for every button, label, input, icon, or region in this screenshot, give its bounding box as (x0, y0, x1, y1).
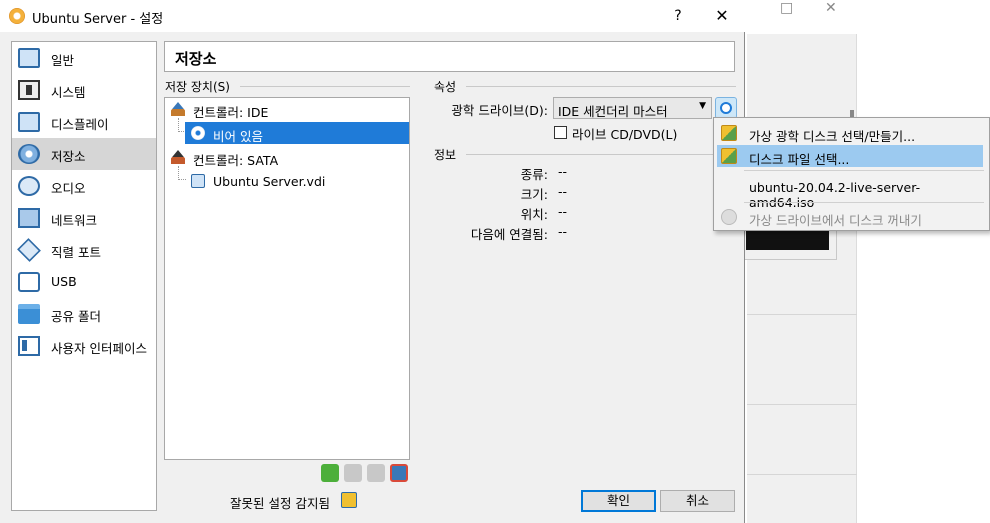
settings-dialog: Ubuntu Server - 설정 ? ✕ 일반 시스템 디스플레이 저장소 … (0, 0, 745, 523)
sidebar-item-label: 저장소 (51, 149, 86, 164)
tree-item-empty-optical[interactable]: 비어 있음 (185, 122, 409, 144)
sidebar-item-system[interactable]: 시스템 (12, 74, 156, 106)
sidebar-item-label: 일반 (51, 53, 75, 68)
sidebar-item-serial-port[interactable]: 직렬 포트 (12, 234, 156, 266)
info-type-value: -- (558, 164, 568, 179)
sidebar-item-label: 사용자 인터페이스 (51, 341, 147, 356)
optical-drive-select[interactable]: IDE 세컨더리 마스터 ▼ (553, 97, 712, 119)
display-icon (18, 112, 40, 132)
menu-item-label: 가상 드라이브에서 디스크 꺼내기 (749, 213, 922, 228)
virtualbox-icon (9, 8, 25, 24)
optical-image-icon (721, 148, 737, 164)
attributes-divider (466, 86, 736, 87)
user-interface-icon (18, 336, 40, 356)
sata-controller-icon (171, 150, 185, 164)
title-bar: Ubuntu Server - 설정 ? ✕ (0, 0, 745, 32)
add-controller-icon[interactable] (321, 464, 339, 482)
info-attached-value: -- (558, 224, 568, 239)
sidebar-item-label: 오디오 (51, 181, 86, 196)
info-size-value: -- (558, 184, 568, 199)
sidebar-item-label: 네트워크 (51, 213, 98, 228)
close-button[interactable]: ✕ (702, 4, 742, 28)
sidebar-item-shared-folders[interactable]: 공유 폴더 (12, 298, 156, 330)
ide-controller-icon (171, 102, 185, 116)
background-panel (747, 34, 857, 523)
sidebar-item-display[interactable]: 디스플레이 (12, 106, 156, 138)
general-icon (18, 48, 40, 68)
info-location-value: -- (558, 204, 568, 219)
remove-controller-icon[interactable] (344, 464, 362, 482)
cancel-button[interactable]: 취소 (660, 490, 735, 512)
tree-item-label: Ubuntu Server.vdi (213, 174, 326, 189)
settings-sidebar: 일반 시스템 디스플레이 저장소 오디오 네트워크 직렬 포트 USB 공유 폴… (11, 41, 157, 511)
menu-item-eject-disk[interactable]: 가상 드라이브에서 디스크 꺼내기 (717, 206, 983, 228)
menu-item-recent-iso[interactable]: ubuntu-20.04.2-live-server-amd64.iso (717, 176, 983, 210)
tree-item-controller-sata[interactable]: 컨트롤러: SATA (165, 146, 409, 168)
sidebar-item-general[interactable]: 일반 (12, 42, 156, 74)
storage-devices-divider (240, 86, 410, 87)
menu-separator (744, 202, 984, 203)
ok-button[interactable]: 확인 (581, 490, 656, 512)
tree-item-label: 비어 있음 (213, 129, 263, 144)
live-cd-checkbox[interactable] (554, 126, 567, 139)
optical-drive-label: 광학 드라이브(D): (451, 103, 548, 118)
optical-disk-icon (720, 102, 732, 114)
sidebar-item-usb[interactable]: USB (12, 266, 156, 298)
background-maximize-button[interactable]: □ (780, 0, 793, 16)
usb-icon (18, 272, 40, 292)
menu-item-create-optical-disk[interactable]: 가상 광학 디스크 선택/만들기... (717, 122, 983, 144)
choose-disk-button[interactable] (715, 97, 737, 119)
tree-item-controller-ide[interactable]: 컨트롤러: IDE (165, 98, 409, 120)
eject-disk-icon (721, 209, 737, 225)
sidebar-item-audio[interactable]: 오디오 (12, 170, 156, 202)
shared-folder-icon (18, 304, 40, 324)
sidebar-item-label: 공유 폴더 (51, 309, 101, 324)
hard-disk-icon (191, 174, 205, 188)
storage-tree[interactable]: 컨트롤러: IDE 비어 있음 컨트롤러: SATA Ubuntu Server… (164, 97, 410, 460)
menu-item-label: 디스크 파일 선택... (749, 152, 850, 167)
attributes-label: 속성 (434, 78, 461, 95)
sidebar-item-network[interactable]: 네트워크 (12, 202, 156, 234)
info-size-key: 크기: (520, 187, 548, 202)
live-cd-label: 라이브 CD/DVD(L) (572, 127, 678, 142)
menu-separator (744, 170, 984, 171)
optical-drive-value: IDE 세컨더리 마스터 (558, 104, 668, 119)
optical-disk-icon (191, 126, 205, 140)
window-title: Ubuntu Server - 설정 (32, 12, 164, 27)
optical-image-icon (721, 125, 737, 141)
page-title: 저장소 (175, 50, 217, 68)
warning-icon[interactable] (341, 492, 357, 508)
system-icon (18, 80, 40, 100)
menu-item-choose-disk-file[interactable]: 디스크 파일 선택... (717, 145, 983, 167)
serial-port-icon (17, 238, 41, 262)
help-button[interactable]: ? (658, 4, 698, 28)
storage-icon (18, 144, 40, 164)
audio-icon (18, 176, 40, 196)
warning-text: 잘못된 설정 감지됨 (230, 496, 330, 511)
storage-devices-label: 저장 장치(S) (165, 78, 234, 95)
info-type-key: 종류: (520, 167, 548, 182)
info-location-key: 위치: (520, 207, 548, 222)
disk-popup-menu: 가상 광학 디스크 선택/만들기... 디스크 파일 선택... ubuntu-… (713, 117, 990, 231)
background-close-button[interactable]: ✕ (825, 0, 837, 16)
sidebar-item-label: 디스플레이 (51, 117, 109, 132)
info-attached-key: 다음에 연결됨: (470, 227, 548, 242)
remove-attachment-icon[interactable] (390, 464, 408, 482)
network-icon (18, 208, 40, 228)
sidebar-item-label: 시스템 (51, 85, 86, 100)
tree-item-hard-disk[interactable]: Ubuntu Server.vdi (185, 170, 409, 192)
page-header: 저장소 (164, 41, 735, 72)
add-attachment-icon[interactable] (367, 464, 385, 482)
sidebar-item-label: 직렬 포트 (51, 245, 101, 260)
tree-item-label: 컨트롤러: IDE (193, 105, 269, 120)
tree-item-label: 컨트롤러: SATA (193, 153, 279, 168)
sidebar-item-storage[interactable]: 저장소 (12, 138, 156, 170)
sidebar-item-user-interface[interactable]: 사용자 인터페이스 (12, 330, 156, 362)
info-label: 정보 (434, 146, 461, 163)
chevron-down-icon: ▼ (699, 101, 706, 111)
info-divider (466, 154, 736, 155)
sidebar-item-label: USB (51, 274, 77, 289)
menu-item-label: 가상 광학 디스크 선택/만들기... (749, 129, 916, 144)
